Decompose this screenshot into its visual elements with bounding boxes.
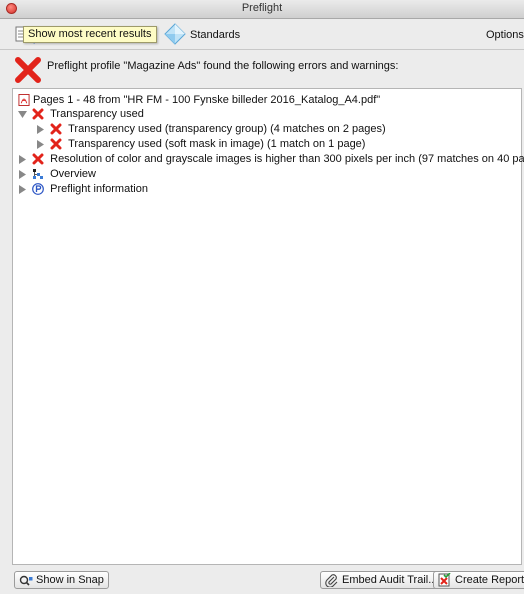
- error-x-icon: [50, 138, 62, 150]
- tree-item-label: Preflight information: [50, 183, 148, 196]
- tree-item-soft-mask[interactable]: Transparency used (soft mask in image) (…: [36, 137, 365, 151]
- error-x-icon: [32, 108, 44, 120]
- chevron-down-icon[interactable]: [18, 110, 27, 119]
- tree-root-label: Pages 1 - 48 from "HR FM - 100 Fynske bi…: [33, 94, 381, 107]
- chevron-right-icon[interactable]: [18, 169, 27, 179]
- bottom-bar: Show in Snap Embed Audit Trail... Create…: [0, 566, 524, 594]
- chevron-right-icon[interactable]: [36, 124, 45, 134]
- embed-audit-trail-button[interactable]: Embed Audit Trail...: [320, 571, 443, 589]
- options-button[interactable]: Options: [486, 29, 524, 41]
- summary-message: Preflight profile "Magazine Ads" found t…: [47, 60, 399, 72]
- tree-item-label: Transparency used (transparency group) (…: [68, 123, 386, 136]
- pdf-document-icon: [18, 94, 30, 107]
- standards-icon[interactable]: [163, 22, 187, 46]
- tree-item-resolution[interactable]: Resolution of color and grayscale images…: [18, 152, 524, 166]
- create-report-button[interactable]: Create Report...: [433, 571, 524, 589]
- window-title: Preflight: [241, 2, 283, 14]
- paperclip-icon: [325, 573, 338, 588]
- toolbar: Show most recent results Standards Optio…: [0, 19, 524, 50]
- chevron-right-icon[interactable]: [36, 139, 45, 149]
- create-report-label: Create Report...: [455, 574, 524, 586]
- window-titlebar: Preflight: [0, 0, 524, 19]
- error-x-icon: [50, 123, 62, 135]
- magnifier-icon: [19, 575, 33, 586]
- report-icon: [438, 572, 451, 587]
- tree-item-transparency-group[interactable]: Transparency used (transparency group) (…: [36, 122, 386, 136]
- overview-icon: [33, 169, 44, 180]
- show-in-snap-label: Show in Snap: [36, 574, 104, 586]
- tree-item-label: Transparency used: [50, 108, 144, 121]
- tree-item-label: Overview: [50, 168, 96, 181]
- tree-item-transparency[interactable]: Transparency used: [18, 107, 144, 121]
- tree-item-overview[interactable]: Overview: [18, 167, 96, 181]
- chevron-right-icon[interactable]: [18, 184, 27, 194]
- error-x-large-icon: [15, 57, 41, 83]
- tree-root[interactable]: Pages 1 - 48 from "HR FM - 100 Fynske bi…: [18, 93, 380, 107]
- show-in-snap-button[interactable]: Show in Snap: [14, 571, 109, 589]
- summary-header: Preflight profile "Magazine Ads" found t…: [0, 50, 524, 87]
- tooltip-show-recent-results: Show most recent results: [23, 26, 157, 43]
- chevron-right-icon[interactable]: [18, 154, 27, 164]
- embed-audit-trail-label: Embed Audit Trail...: [342, 574, 438, 586]
- tree-item-preflight-info[interactable]: Preflight information: [18, 182, 148, 196]
- info-p-icon: [32, 183, 44, 195]
- tree-item-label: Resolution of color and grayscale images…: [50, 153, 524, 166]
- tree-item-label: Transparency used (soft mask in image) (…: [68, 138, 366, 151]
- results-tree: Pages 1 - 48 from "HR FM - 100 Fynske bi…: [12, 88, 524, 565]
- standards-tab[interactable]: Standards: [190, 29, 240, 41]
- error-x-icon: [32, 153, 44, 165]
